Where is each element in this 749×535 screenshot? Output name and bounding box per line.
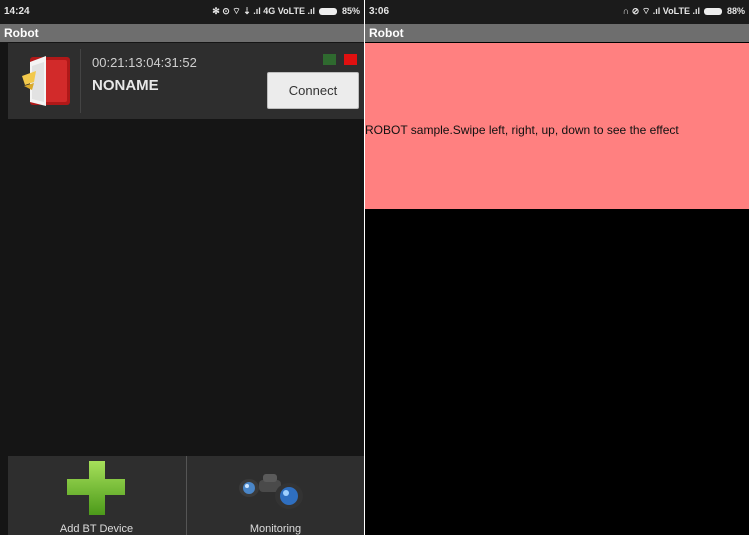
sample-message: ROBOT sample.Swipe left, right, up, down… xyxy=(365,123,679,137)
status-led-red xyxy=(344,54,357,65)
status-led-green xyxy=(323,54,336,65)
battery-icon xyxy=(704,8,723,16)
status-indicators: ✻ ⊙ ⌔ ⇣ .ıl 4G VoLTE .ıl xyxy=(212,6,315,16)
divider xyxy=(80,49,81,113)
battery-level: 85% xyxy=(341,6,360,16)
connect-button[interactable]: Connect xyxy=(267,72,359,109)
monitoring-label: Monitoring xyxy=(249,523,302,535)
status-bar: 14:24 ✻ ⊙ ⌔ ⇣ .ıl 4G VoLTE .ıl 85% xyxy=(0,0,364,24)
status-icons: ✻ ⊙ ⌔ ⇣ .ıl 4G VoLTE .ıl 85% xyxy=(212,6,360,17)
right-screen: 3:06 ∩ ⊘ ⌔ .ıl VoLTE .ıl 88% Robot ROBOT… xyxy=(365,0,749,535)
status-icons: ∩ ⊘ ⌔ .ıl VoLTE .ıl 88% xyxy=(623,6,745,17)
status-indicators: ∩ ⊘ ⌔ .ıl VoLTE .ıl xyxy=(622,6,700,16)
left-screen: 14:24 ✻ ⊙ ⌔ ⇣ .ıl 4G VoLTE .ıl 85% Robot… xyxy=(0,0,364,535)
add-bt-device-button[interactable]: Add BT Device xyxy=(8,456,185,535)
add-bt-device-label: Add BT Device xyxy=(59,523,134,535)
monitoring-button[interactable]: Monitoring xyxy=(187,456,364,535)
status-bar: 3:06 ∩ ⊘ ⌔ .ıl VoLTE .ıl 88% xyxy=(365,0,749,24)
status-time: 3:06 xyxy=(369,6,390,17)
bottom-toolbar: Add BT Device Monitoring xyxy=(8,456,364,535)
device-list-item[interactable]: 00:21:13:04:31:52 NONAME Connect xyxy=(8,43,364,119)
binoculars-icon xyxy=(239,474,303,509)
app-title: Robot xyxy=(365,24,749,42)
device-name: NONAME xyxy=(92,77,159,94)
battery-icon xyxy=(319,8,338,16)
device-mac-address: 00:21:13:04:31:52 xyxy=(92,55,197,70)
status-time: 14:24 xyxy=(4,6,30,17)
app-title: Robot xyxy=(0,24,364,42)
swipe-area[interactable]: ROBOT sample.Swipe left, right, up, down… xyxy=(365,43,749,209)
bluetooth-device-icon xyxy=(22,56,70,106)
plus-icon xyxy=(67,461,125,515)
battery-level: 88% xyxy=(726,6,745,16)
